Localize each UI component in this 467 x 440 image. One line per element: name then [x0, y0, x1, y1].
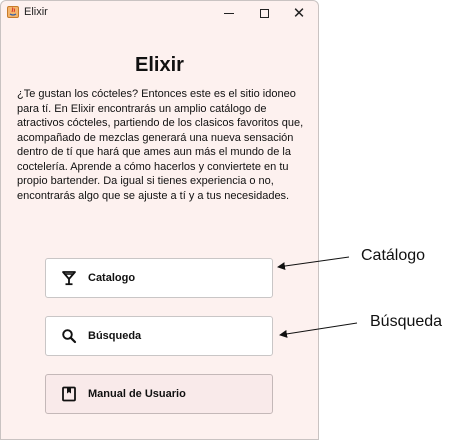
busqueda-annotation: Búsqueda: [370, 313, 443, 330]
catalogo-callout-arrow: [277, 256, 350, 270]
catalogo-annotation: Catálogo: [361, 247, 426, 264]
busqueda-callout-arrow: [279, 322, 358, 338]
callout-arrows: [277, 256, 358, 338]
